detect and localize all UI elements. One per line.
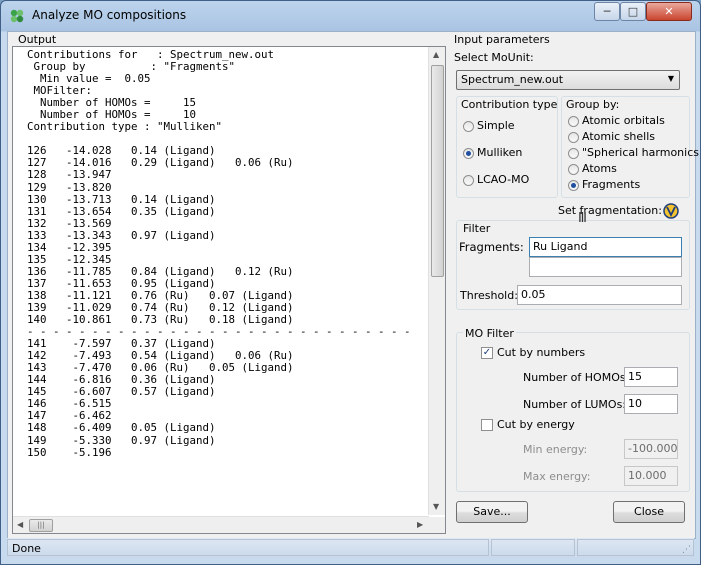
radio-simple[interactable] (463, 121, 474, 132)
scroll-left-icon: ◀ (17, 520, 24, 529)
input-title: Input parameters (454, 33, 550, 46)
scroll-up-icon: ▲ (433, 50, 440, 59)
status-segment-3: ⋰ (577, 539, 694, 556)
cut-by-energy-checkbox[interactable] (481, 419, 493, 431)
resize-grip-icon[interactable]: ⋰ (682, 545, 691, 555)
close-button[interactable]: Close (613, 501, 685, 523)
select-mounit-label: Select MoUnit: (454, 51, 534, 64)
chevron-down-icon: ▼ (667, 74, 674, 83)
save-button[interactable]: Save... (456, 501, 528, 523)
mounit-value: Spectrum_new.out (461, 73, 564, 86)
cut-by-energy-label: Cut by energy (497, 418, 575, 431)
min-energy-input[interactable]: -100.000 (624, 439, 678, 459)
fragments-input[interactable]: Ru Ligand (529, 237, 682, 257)
radio-fragments-label: Fragments (582, 178, 641, 191)
filter-title: Filter (463, 222, 491, 235)
lumos-input[interactable]: 10 (624, 394, 678, 414)
close-icon: ✕ (664, 5, 674, 18)
minimize-button[interactable]: ─ (594, 2, 620, 21)
vertical-scroll-thumb[interactable] (431, 65, 444, 277)
filter-group: Filter Fragments: Ru Ligand Threshold: 0… (456, 220, 690, 310)
scroll-corner (429, 517, 445, 533)
horizontal-scrollbar[interactable]: ◀ ||| ▶ (13, 516, 429, 533)
radio-lcao-mo-label: LCAO-MO (477, 173, 530, 186)
radio-mulliken[interactable] (463, 148, 474, 159)
homos-input[interactable]: 15 (624, 367, 678, 387)
group-by-title: Group by: (566, 98, 620, 111)
radio-atomic-orbitals-label: Atomic orbitals (582, 114, 665, 127)
radio-spherical-harmonics-label: "Spherical harmonics" (582, 146, 701, 159)
radio-atomic-orbitals[interactable] (568, 116, 579, 127)
output-title: Output (18, 33, 57, 46)
status-segment-2 (491, 539, 575, 556)
mounit-select[interactable]: Spectrum_new.out ▼ (456, 70, 680, 90)
max-energy-label: Max energy: (523, 470, 591, 483)
scroll-down-icon: ▼ (433, 502, 440, 511)
min-energy-label: Min energy: (523, 443, 588, 456)
radio-atomic-shells-label: Atomic shells (582, 130, 656, 143)
lumos-label: Number of LUMOs: (523, 398, 627, 411)
status-bar: Done ⋰ (7, 538, 694, 558)
mo-filter-title: MO Filter (463, 327, 516, 340)
status-text: Done (7, 539, 489, 556)
cut-by-numbers-checkbox[interactable]: ✓ (481, 347, 493, 359)
radio-simple-label: Simple (477, 119, 515, 132)
max-energy-input[interactable]: 10.000 (624, 466, 678, 486)
radio-atoms[interactable] (568, 164, 579, 175)
radio-mulliken-label: Mulliken (477, 146, 523, 159)
window-title: Analyze MO compositions (32, 8, 187, 22)
text-cursor-icon: Ⅲ (578, 211, 587, 226)
group-by-group: Group by: Atomic orbitals Atomic shells … (561, 96, 700, 198)
threshold-input[interactable]: 0.05 (517, 285, 682, 305)
homos-label: Number of HOMOs: (523, 371, 630, 384)
title-bar: Analyze MO compositions ─ □ ✕ (1, 1, 700, 29)
input-panel: Input parameters Select MoUnit: Spectrum… (450, 32, 700, 538)
contribution-type-title: Contribution type (461, 98, 558, 111)
mo-filter-group: MO Filter ✓ Cut by numbers Number of HOM… (456, 327, 690, 492)
maximize-button[interactable]: □ (620, 2, 646, 21)
radio-spherical-harmonics[interactable] (568, 148, 579, 159)
vertical-scrollbar[interactable]: ▲ ▼ (428, 47, 445, 515)
scroll-right-icon: ▶ (417, 520, 424, 529)
radio-atomic-shells[interactable] (568, 132, 579, 143)
radio-lcao-mo[interactable] (463, 175, 474, 186)
contribution-type-group: Contribution type Simple Mulliken LCAO-M… (456, 96, 558, 198)
client-area: Output Contributions for : Spectrum_new.… (7, 31, 700, 539)
fragments-input-secondary[interactable] (529, 257, 682, 277)
minimize-icon: ─ (603, 5, 611, 18)
radio-atoms-label: Atoms (582, 162, 617, 175)
threshold-label: Threshold: (460, 289, 518, 302)
main-window: Analyze MO compositions ─ □ ✕ Output Con… (0, 0, 701, 565)
app-icon (10, 9, 24, 23)
output-text: Contributions for : Spectrum_new.out Gro… (27, 48, 411, 459)
output-textarea[interactable]: Contributions for : Spectrum_new.out Gro… (12, 46, 446, 534)
set-fragmentation-label: Set fragmentation: (558, 204, 662, 217)
cut-by-numbers-label: Cut by numbers (497, 346, 586, 359)
fragmentation-icon[interactable] (662, 202, 680, 220)
horizontal-scroll-thumb[interactable]: ||| (29, 519, 53, 532)
radio-fragments[interactable] (568, 180, 579, 191)
fragments-label: Fragments: (459, 240, 524, 254)
maximize-icon: □ (627, 5, 639, 18)
close-window-button[interactable]: ✕ (646, 2, 692, 21)
